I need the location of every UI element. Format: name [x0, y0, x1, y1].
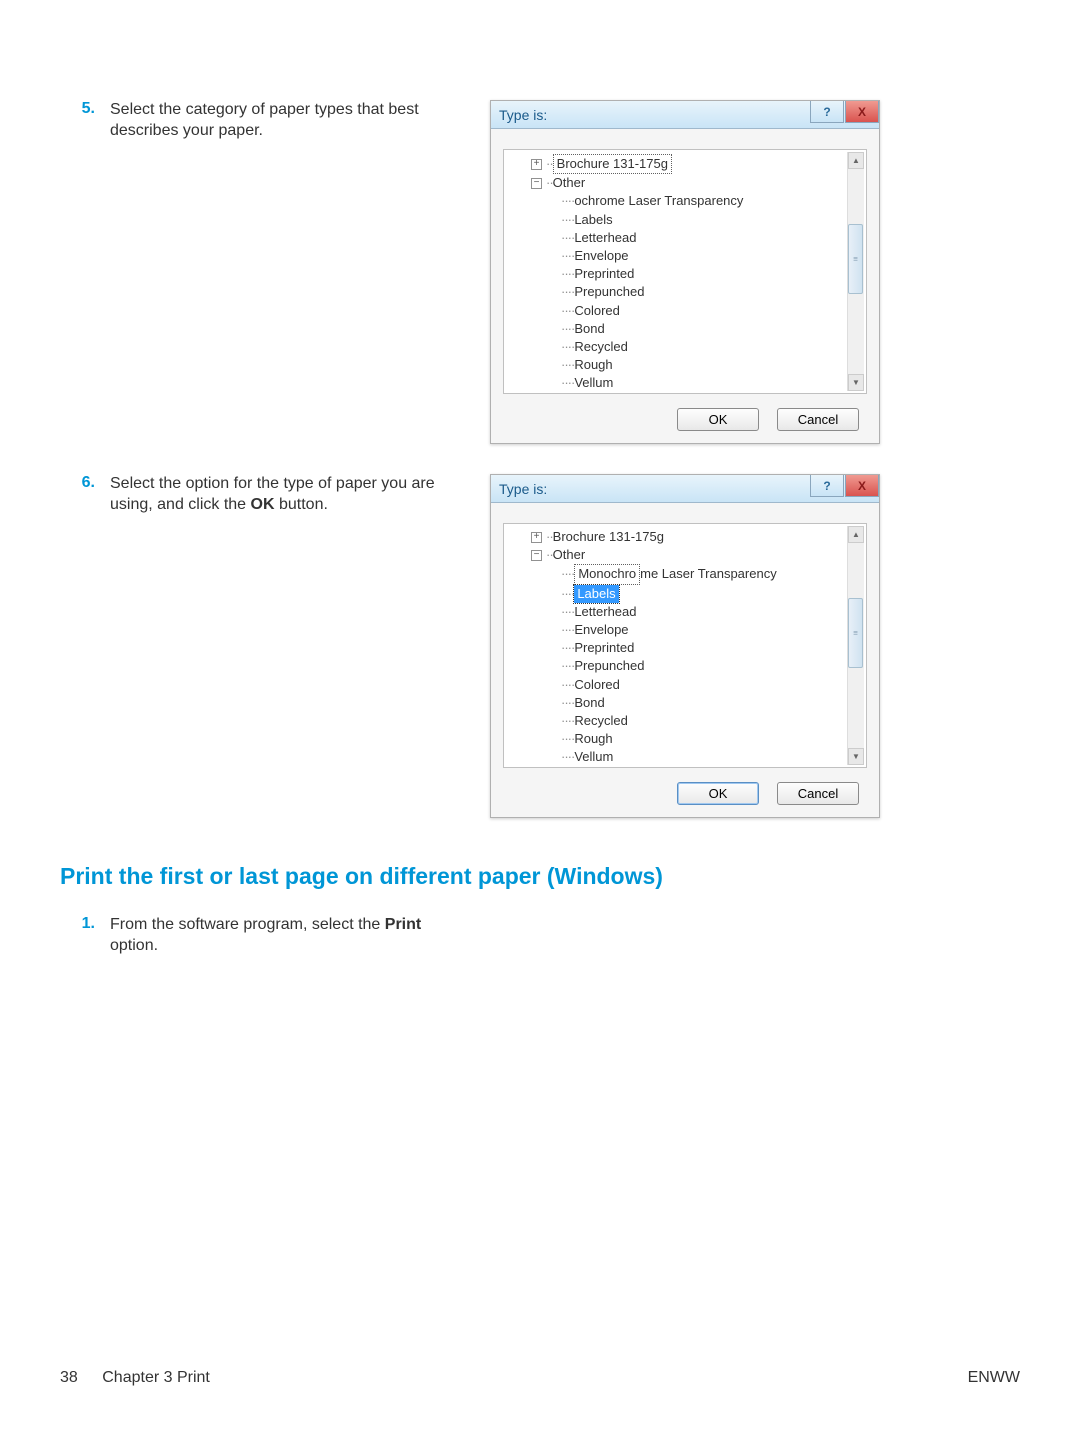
ok-button[interactable]: OK	[677, 408, 759, 431]
scroll-up-icon[interactable]: ▲	[848, 152, 864, 169]
paper-type-tree-1[interactable]: +··Brochure 131-175g −··Other ····ochrom…	[503, 149, 867, 394]
step-6-number: 6.	[60, 474, 95, 492]
tree-item-colored[interactable]: Colored	[574, 677, 620, 692]
tree-item-bond[interactable]: Bond	[574, 321, 604, 336]
tree-item-prepunched[interactable]: Prepunched	[574, 658, 644, 673]
step-1b-number: 1.	[60, 915, 95, 933]
dialog-1-title: Type is:	[499, 107, 547, 123]
tree-item-vellum[interactable]: Vellum	[574, 749, 613, 764]
tree-item-labels[interactable]: Labels	[574, 212, 612, 227]
tree-item-preprinted[interactable]: Preprinted	[574, 266, 634, 281]
section-heading: Print the first or last page on differen…	[60, 863, 1020, 890]
step-6-text-a: Select the option for the type of paper …	[110, 475, 435, 492]
tree-item-bond[interactable]: Bond	[574, 695, 604, 710]
tree-item-prepunched[interactable]: Prepunched	[574, 284, 644, 299]
tree-item-mono-prefix[interactable]: Monochro	[578, 566, 636, 581]
help-button[interactable]: ?	[810, 475, 844, 497]
step-6-text: Select the option for the type of paper …	[110, 474, 490, 516]
cancel-button[interactable]: Cancel	[777, 782, 859, 805]
type-is-dialog-1: Type is: ? X +··Brochure 131-175g −··Oth…	[490, 100, 880, 444]
tree-item-vellum[interactable]: Vellum	[574, 375, 613, 390]
footer-right: ENWW	[968, 1369, 1020, 1387]
step-1b-text-a: From the software program, select the	[110, 916, 385, 933]
chapter-label: Chapter 3 Print	[102, 1369, 210, 1386]
scroll-thumb[interactable]: ≡	[848, 598, 863, 668]
step-6-row: 6. Select the option for the type of pap…	[60, 474, 1020, 818]
step-6-bold: OK	[251, 496, 275, 513]
step-5-text: Select the category of paper types that …	[110, 100, 490, 142]
scroll-thumb[interactable]: ≡	[848, 224, 863, 294]
step-5-text-b: describes your paper.	[110, 122, 263, 139]
step-5-row: 5. Select the category of paper types th…	[60, 100, 1020, 444]
scrollbar-1[interactable]: ▲ ≡ ▼	[847, 152, 864, 391]
step-1b-text-b: option.	[110, 937, 158, 954]
expand-icon[interactable]: +	[531, 532, 542, 543]
dialog-2-titlebar: Type is: ? X	[491, 475, 879, 503]
step-1b-bold: Print	[385, 916, 421, 933]
tree-item-recycled[interactable]: Recycled	[574, 339, 627, 354]
tree-item-envelope[interactable]: Envelope	[574, 622, 628, 637]
scrollbar-2[interactable]: ▲ ≡ ▼	[847, 526, 864, 765]
step-5-number: 5.	[60, 100, 95, 118]
tree-item-rough[interactable]: Rough	[574, 357, 612, 372]
tree-item-colored[interactable]: Colored	[574, 303, 620, 318]
close-button[interactable]: X	[845, 101, 879, 123]
cancel-button[interactable]: Cancel	[777, 408, 859, 431]
collapse-icon[interactable]: −	[531, 178, 542, 189]
close-button[interactable]: X	[845, 475, 879, 497]
expand-icon[interactable]: +	[531, 159, 542, 170]
tree-item-recycled[interactable]: Recycled	[574, 713, 627, 728]
help-button[interactable]: ?	[810, 101, 844, 123]
step-6-text-b: using, and click the	[110, 496, 251, 513]
step-1b-row: 1. From the software program, select the…	[60, 915, 1020, 957]
tree-item-letterhead[interactable]: Letterhead	[574, 230, 636, 245]
tree-item-labels-selected[interactable]: Labels	[574, 585, 618, 603]
scroll-down-icon[interactable]: ▼	[848, 374, 864, 391]
tree-item-envelope[interactable]: Envelope	[574, 248, 628, 263]
dialog-2-title: Type is:	[499, 481, 547, 497]
tree-item-rough[interactable]: Rough	[574, 731, 612, 746]
collapse-icon[interactable]: −	[531, 550, 542, 561]
paper-type-tree-2[interactable]: +··Brochure 131-175g −··Other ····Monoch…	[503, 523, 867, 768]
tree-item-mono-suffix[interactable]: ochrome Laser Transparency	[574, 193, 743, 208]
tree-item-brochure[interactable]: Brochure 131-175g	[553, 154, 672, 174]
dialog-1-titlebar: Type is: ? X	[491, 101, 879, 129]
scroll-down-icon[interactable]: ▼	[848, 748, 864, 765]
tree-item-brochure[interactable]: Brochure 131-175g	[553, 529, 664, 544]
ok-button[interactable]: OK	[677, 782, 759, 805]
tree-item-other[interactable]: Other	[553, 547, 586, 562]
page-footer: 38 Chapter 3 Print ENWW	[60, 1369, 1020, 1387]
scroll-up-icon[interactable]: ▲	[848, 526, 864, 543]
step-6-text-c: button.	[275, 496, 328, 513]
page-number: 38	[60, 1369, 78, 1386]
step-1b-text: From the software program, select the Pr…	[110, 915, 490, 957]
type-is-dialog-2: Type is: ? X +··Brochure 131-175g −··Oth…	[490, 474, 880, 818]
tree-item-preprinted[interactable]: Preprinted	[574, 640, 634, 655]
tree-item-letterhead[interactable]: Letterhead	[574, 604, 636, 619]
tree-item-mono-suffix[interactable]: me Laser Transparency	[640, 566, 777, 581]
tree-item-other[interactable]: Other	[553, 175, 586, 190]
step-5-text-a: Select the category of paper types that …	[110, 101, 419, 118]
